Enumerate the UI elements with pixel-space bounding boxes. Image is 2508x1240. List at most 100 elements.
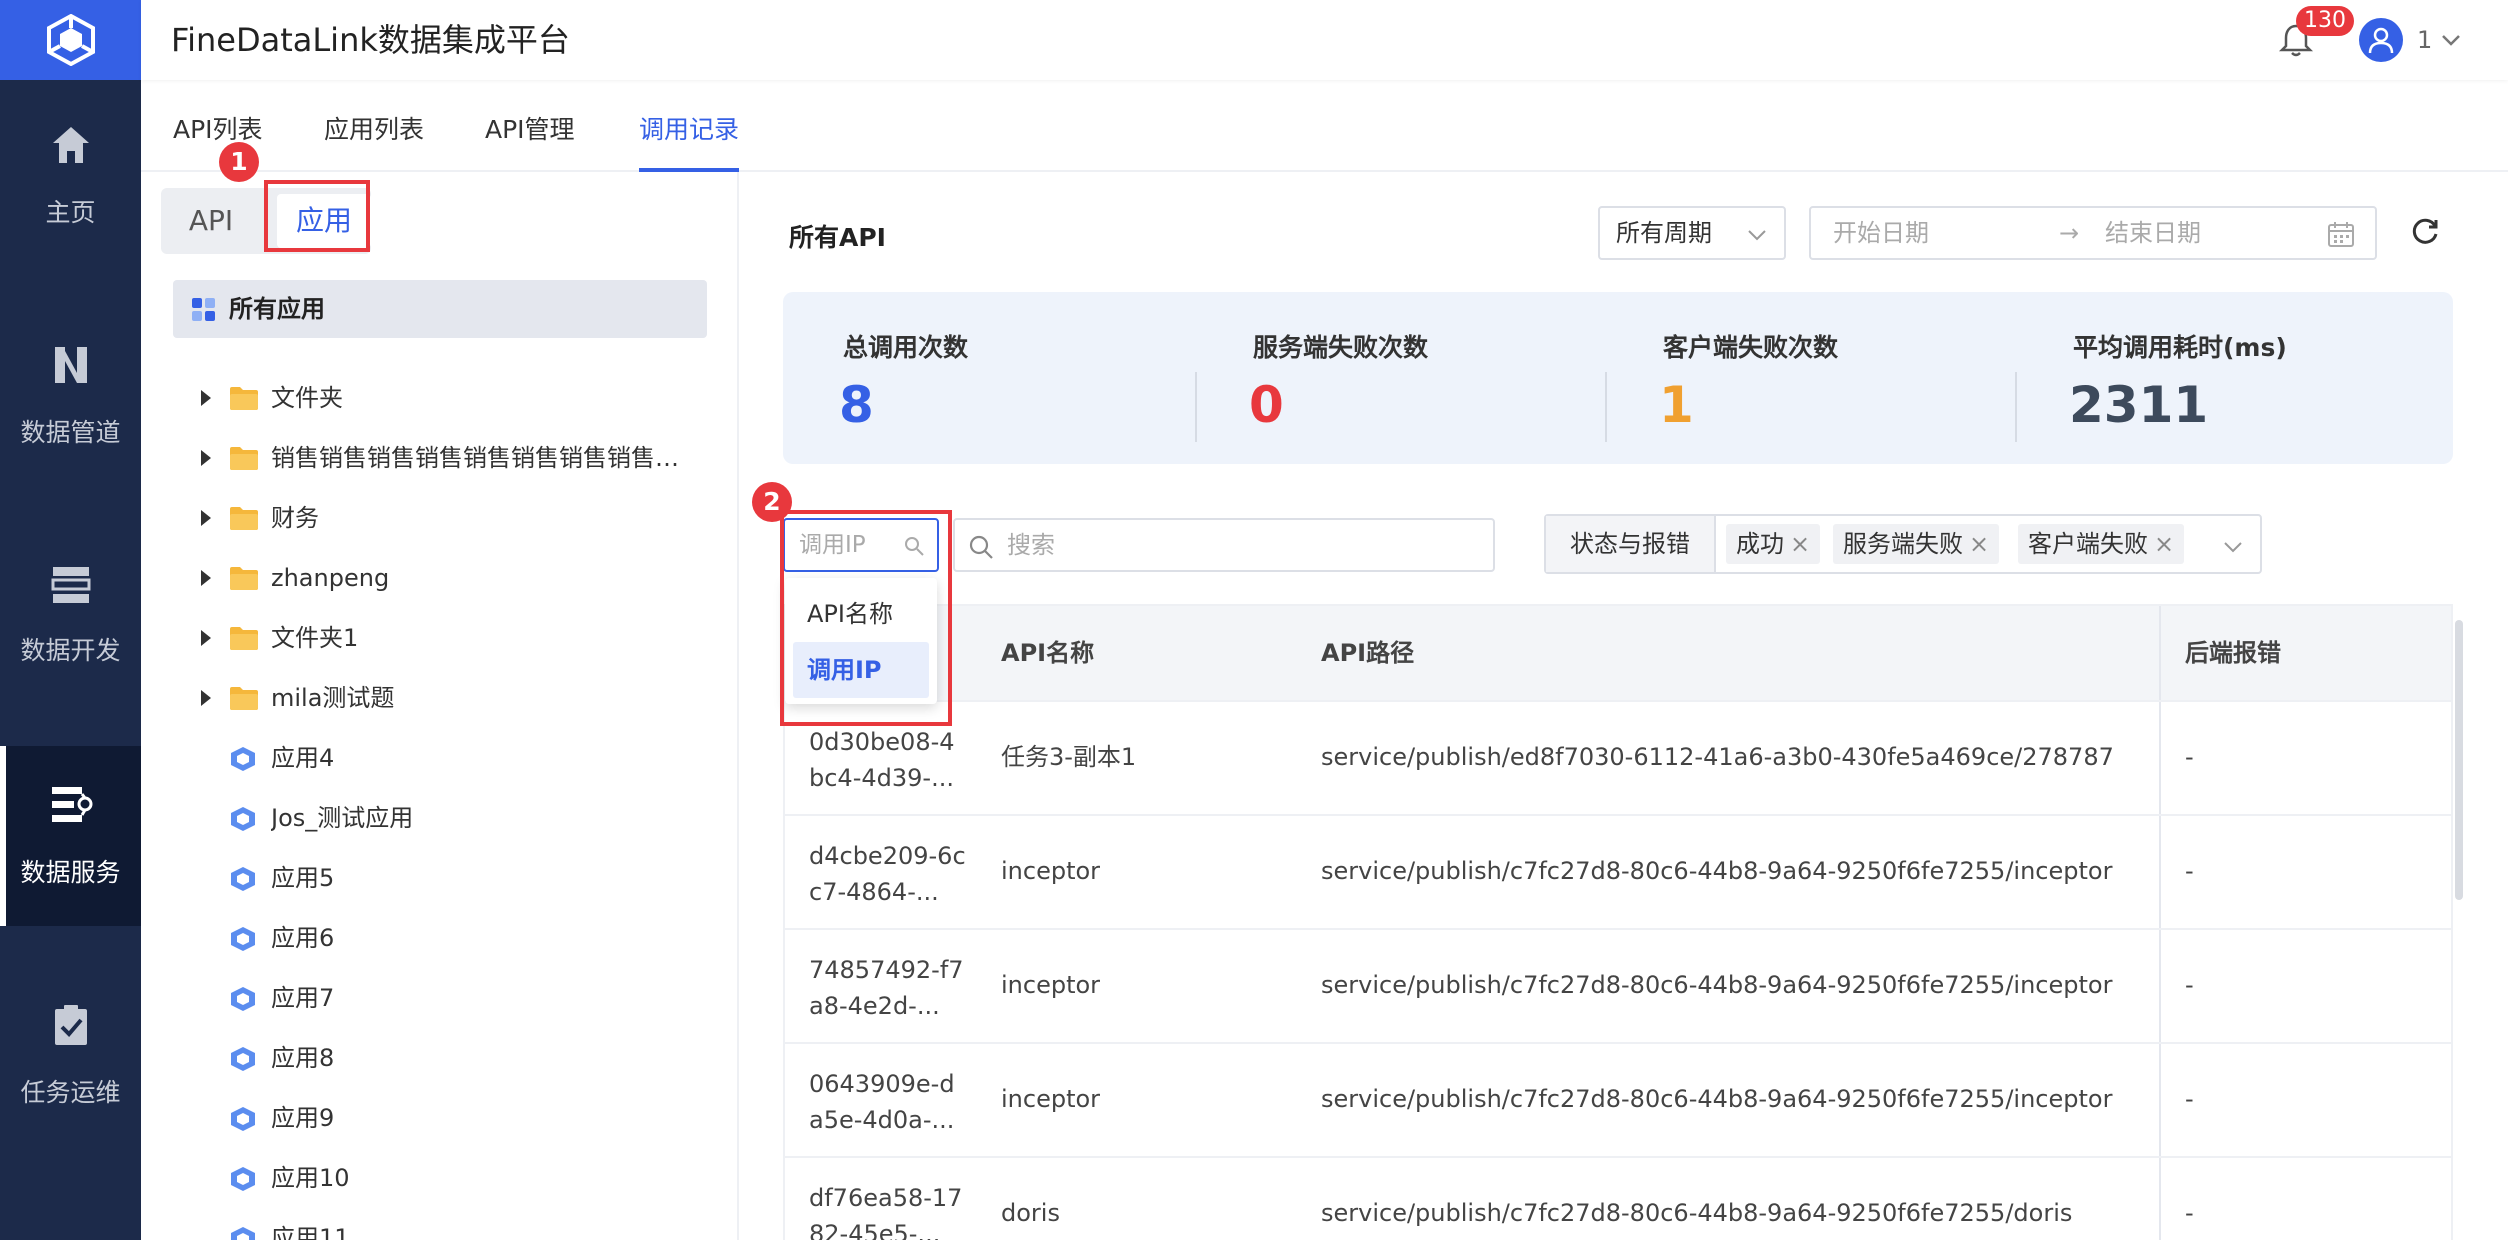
avatar[interactable]: [2359, 18, 2403, 62]
scrollbar[interactable]: [2455, 620, 2463, 900]
data-service-icon: [49, 783, 93, 831]
table-row[interactable]: 0643909e-da5e-4d0a-... inceptor service/pu…: [785, 1042, 2451, 1156]
tree-label: zhanpeng: [271, 564, 390, 592]
tree-folder[interactable]: zhanpeng: [141, 548, 739, 608]
table-row[interactable]: df76ea58-1782-45e5-... doris service/publi…: [785, 1156, 2451, 1240]
tree-label: 财务: [271, 504, 319, 532]
close-icon[interactable]: ×: [2154, 530, 2174, 558]
status-filter[interactable]: 状态与报错 成功 × 服务端失败 × 客户端失败 ×: [1544, 514, 2262, 574]
stat-client-failures: 客户端失败次数 1: [1603, 292, 2013, 464]
caret-right-icon[interactable]: [201, 510, 211, 526]
folder-icon: [229, 385, 259, 415]
all-apps-node[interactable]: 所有应用: [173, 280, 707, 338]
cell-api-name: inceptor: [1001, 1085, 1101, 1113]
cell-api-path: service/publish/c7fc27d8-80c6-44b8-9a64-…: [1321, 1085, 2113, 1113]
cell-backend-error: -: [2185, 857, 2194, 885]
cell-call-id: 0643909e-da5e-4d0a-...: [809, 1070, 955, 1134]
stat-label: 客户端失败次数: [1663, 333, 1839, 362]
annotation-marker-2: 2: [752, 482, 792, 522]
grid-apps-icon: [192, 298, 215, 321]
end-date-input[interactable]: 结束日期: [2105, 208, 2201, 258]
tree-label: 应用5: [271, 864, 335, 892]
search-icon: [969, 535, 993, 559]
nav-item-task-ops[interactable]: 任务运维: [0, 966, 141, 1146]
chevron-down-icon[interactable]: [2439, 28, 2463, 52]
cell-call-id: 74857492-f7a8-4e2d-...: [809, 956, 964, 1020]
stat-value: 8: [839, 376, 874, 434]
cell-api-path: service/publish/c7fc27d8-80c6-44b8-9a64-…: [1321, 971, 2113, 999]
app-cube-icon: [229, 985, 257, 1017]
caret-right-icon[interactable]: [201, 690, 211, 706]
folder-icon: [229, 565, 259, 595]
tree-app[interactable]: 应用7: [141, 968, 739, 1028]
tree-app[interactable]: 应用10: [141, 1148, 739, 1208]
chevron-down-icon[interactable]: [2222, 536, 2244, 558]
start-date-input[interactable]: 开始日期: [1833, 208, 1929, 258]
period-select[interactable]: 所有周期: [1598, 206, 1786, 260]
search-placeholder: 搜索: [1007, 531, 1055, 559]
tree-label: 销售销售销售销售销售销售销售销售销售销售销售销售: [271, 444, 691, 472]
caret-right-icon[interactable]: [201, 570, 211, 586]
chevron-down-icon: [1748, 230, 1766, 241]
cell-backend-error: -: [2185, 971, 2194, 999]
annotation-marker-1: 1: [219, 142, 259, 182]
logo[interactable]: [0, 0, 141, 80]
tree-folder[interactable]: 财务: [141, 488, 739, 548]
tree-label: 文件夹1: [271, 624, 359, 652]
table-row[interactable]: 0d30be08-4bc4-4d39-... 任务3-副本1 service/pub…: [785, 700, 2451, 814]
call-records-table: API名称 API路径 后端报错 0d30be08-4bc4-4d39-... 任…: [783, 604, 2453, 1240]
segment-api[interactable]: API: [161, 188, 261, 254]
chip-server-failure: 服务端失败 ×: [1833, 524, 2000, 564]
tree-app[interactable]: 应用6: [141, 908, 739, 968]
close-icon[interactable]: ×: [1969, 530, 1989, 558]
dropdown-option-api-name[interactable]: API名称: [793, 586, 929, 642]
nav-item-pipeline[interactable]: 数据管道: [0, 306, 141, 486]
tree-app[interactable]: 应用4: [141, 728, 739, 788]
nav-item-home[interactable]: 主页: [0, 86, 141, 266]
cell-backend-error: -: [2185, 1199, 2194, 1227]
cell-api-name: 任务3-副本1: [1001, 743, 1137, 771]
stat-server-failures: 服务端失败次数 0: [1193, 292, 1603, 464]
tab-app-list[interactable]: 应用列表: [324, 110, 424, 172]
caret-right-icon[interactable]: [201, 630, 211, 646]
tree-app[interactable]: 应用5: [141, 848, 739, 908]
dropdown-option-call-ip[interactable]: 调用IP: [793, 642, 929, 698]
table-row[interactable]: d4cbe209-6cc7-4864-... inceptor service/pu…: [785, 814, 2451, 928]
nav-label: 数据开发: [20, 636, 121, 665]
stat-label: 服务端失败次数: [1253, 333, 1429, 362]
close-icon[interactable]: ×: [1790, 530, 1810, 558]
search-input[interactable]: 搜索: [953, 518, 1495, 572]
caret-right-icon[interactable]: [201, 450, 211, 466]
tab-api-manage[interactable]: API管理: [485, 110, 575, 172]
app-cube-icon: [229, 1225, 257, 1240]
app-cube-icon: [229, 925, 257, 957]
table-row[interactable]: 74857492-f7a8-4e2d-... inceptor service/pu…: [785, 928, 2451, 1042]
nav-item-dev[interactable]: 数据开发: [0, 526, 141, 706]
tree-app[interactable]: 应用11: [141, 1208, 739, 1240]
cell-call-id: df76ea58-1782-45e5-...: [809, 1184, 963, 1240]
pipeline-icon: [51, 343, 91, 391]
segment-app[interactable]: 应用: [277, 194, 371, 248]
tree-app[interactable]: Jos_测试应用: [141, 788, 739, 848]
stat-label: 平均调用耗时(ms): [2073, 333, 2287, 362]
tree-app[interactable]: 应用9: [141, 1088, 739, 1148]
tree-folder[interactable]: mila测试题: [141, 668, 739, 728]
tree-label: Jos_测试应用: [271, 804, 414, 832]
section-title: 所有API: [789, 223, 886, 252]
tree-folder[interactable]: 销售销售销售销售销售销售销售销售销售销售销售销售: [141, 428, 739, 488]
cell-api-name: inceptor: [1001, 857, 1101, 885]
tree-label: 应用7: [271, 984, 335, 1012]
tree-folder[interactable]: 文件夹: [141, 368, 739, 428]
tree-folder[interactable]: 文件夹1: [141, 608, 739, 668]
cell-backend-error: -: [2185, 1085, 2194, 1113]
refresh-icon[interactable]: [2409, 216, 2441, 248]
tab-call-records[interactable]: 调用记录: [639, 110, 740, 172]
header-backend-error: 后端报错: [2185, 639, 2281, 667]
header-api-path: API路径: [1321, 639, 1415, 667]
tree-app[interactable]: 应用8: [141, 1028, 739, 1088]
user-name[interactable]: 1: [2417, 0, 2432, 80]
date-range-picker[interactable]: 开始日期 → 结束日期: [1809, 206, 2377, 260]
caret-right-icon[interactable]: [201, 390, 211, 406]
search-field-select[interactable]: 调用IP: [783, 518, 939, 572]
nav-item-data-service[interactable]: 数据服务: [0, 746, 141, 926]
